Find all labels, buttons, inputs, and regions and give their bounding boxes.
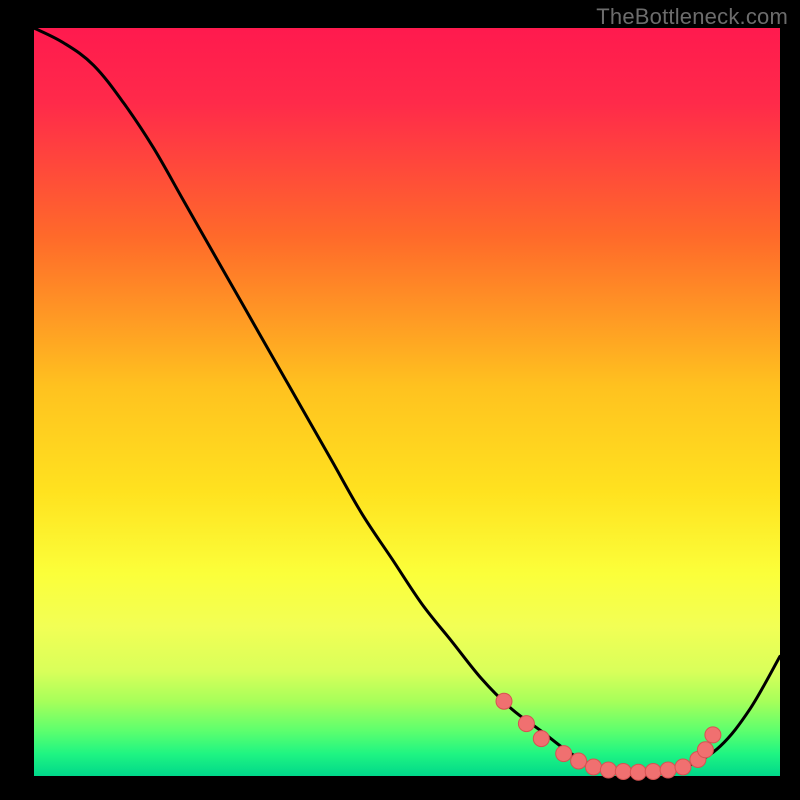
bottleneck-chart — [0, 0, 800, 800]
watermark-text: TheBottleneck.com — [596, 4, 788, 30]
chart-marker — [556, 746, 572, 762]
chart-stage: TheBottleneck.com — [0, 0, 800, 800]
chart-marker — [645, 764, 661, 780]
chart-marker — [496, 693, 512, 709]
chart-marker — [615, 764, 631, 780]
chart-marker — [533, 731, 549, 747]
plot-area — [34, 28, 780, 776]
chart-marker — [705, 727, 721, 743]
chart-marker — [571, 753, 587, 769]
chart-marker — [586, 759, 602, 775]
chart-marker — [675, 759, 691, 775]
chart-marker — [600, 762, 616, 778]
chart-marker — [630, 764, 646, 780]
chart-marker — [660, 762, 676, 778]
chart-marker — [697, 742, 713, 758]
chart-marker — [518, 716, 534, 732]
